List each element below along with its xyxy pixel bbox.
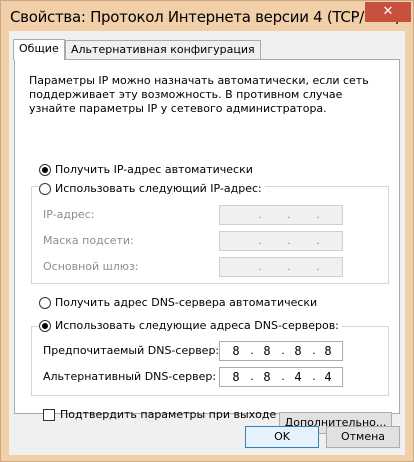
close-button[interactable]: ✕ bbox=[365, 2, 411, 22]
dns-auto-radio[interactable]: Получить адрес DNS-сервера автоматически bbox=[39, 296, 321, 309]
radio-button-checked[interactable] bbox=[39, 163, 51, 176]
radio-button-checked[interactable] bbox=[39, 319, 51, 332]
ip-address-field: . . . bbox=[219, 205, 343, 225]
description-text: Параметры IP можно назначать автоматичес… bbox=[29, 74, 369, 115]
ip-octet[interactable]: 8 bbox=[316, 344, 340, 358]
alternate-dns-field[interactable]: 8 . 8 . 4 . 4 bbox=[219, 367, 343, 387]
window-title: Свойства: Протокол Интернета версии 4 (T… bbox=[10, 8, 401, 26]
subnet-mask-label: Маска подсети: bbox=[43, 234, 134, 247]
ip-octet[interactable]: 8 bbox=[224, 344, 248, 358]
ip-octet[interactable]: 8 bbox=[224, 370, 248, 384]
ok-button[interactable]: OK bbox=[245, 426, 319, 448]
validate-checkbox[interactable] bbox=[43, 409, 55, 421]
ip-manual-radio[interactable]: Использовать следующий IP-адрес: bbox=[39, 182, 265, 195]
alternate-dns-label: Альтернативный DNS-сервер: bbox=[43, 370, 217, 383]
dialog-client-area: Общие Альтернативная конфигурация Параме… bbox=[9, 31, 405, 455]
cancel-button[interactable]: Отмена bbox=[326, 426, 400, 448]
ip-octet[interactable]: 8 bbox=[286, 344, 310, 358]
ip-auto-label: Получить IP-адрес автоматически bbox=[55, 163, 253, 176]
ip-octet[interactable]: 8 bbox=[255, 344, 279, 358]
tab-general-label: Общие bbox=[19, 42, 59, 55]
tab-alternate-config-label: Альтернативная конфигурация bbox=[71, 43, 255, 56]
ip-manual-label: Использовать следующий IP-адрес: bbox=[55, 182, 262, 195]
preferred-dns-field[interactable]: 8 . 8 . 8 . 8 bbox=[219, 341, 343, 361]
dns-auto-label: Получить адрес DNS-сервера автоматически bbox=[55, 296, 318, 309]
default-gateway-label: Основной шлюз: bbox=[43, 260, 139, 273]
dns-manual-radio[interactable]: Использовать следующие адреса DNS-сервер… bbox=[39, 319, 342, 332]
radio-button-unchecked[interactable] bbox=[39, 296, 51, 309]
default-gateway-field: . . . bbox=[219, 257, 343, 277]
radio-button-unchecked[interactable] bbox=[39, 182, 51, 195]
general-tab-panel: Параметры IP можно назначать автоматичес… bbox=[14, 59, 400, 434]
ip-address-label: IP-адрес: bbox=[43, 208, 95, 221]
tab-general[interactable]: Общие bbox=[13, 39, 65, 60]
ip-octet[interactable]: 4 bbox=[316, 370, 340, 384]
dialog-window: Свойства: Протокол Интернета версии 4 (T… bbox=[0, 0, 414, 462]
preferred-dns-label: Предпочитаемый DNS-сервер: bbox=[43, 344, 220, 357]
ip-octet[interactable]: 8 bbox=[255, 370, 279, 384]
subnet-mask-field: . . . bbox=[219, 231, 343, 251]
ip-auto-radio[interactable]: Получить IP-адрес автоматически bbox=[39, 163, 256, 176]
ip-octet[interactable]: 4 bbox=[286, 370, 310, 384]
title-bar[interactable]: Свойства: Протокол Интернета версии 4 (T… bbox=[1, 1, 413, 35]
close-icon: ✕ bbox=[382, 4, 394, 19]
validate-label[interactable]: Подтвердить параметры при выходе bbox=[60, 408, 276, 421]
dns-manual-label: Использовать следующие адреса DNS-сервер… bbox=[55, 319, 339, 332]
tab-alternate-config[interactable]: Альтернативная конфигурация bbox=[65, 40, 261, 59]
